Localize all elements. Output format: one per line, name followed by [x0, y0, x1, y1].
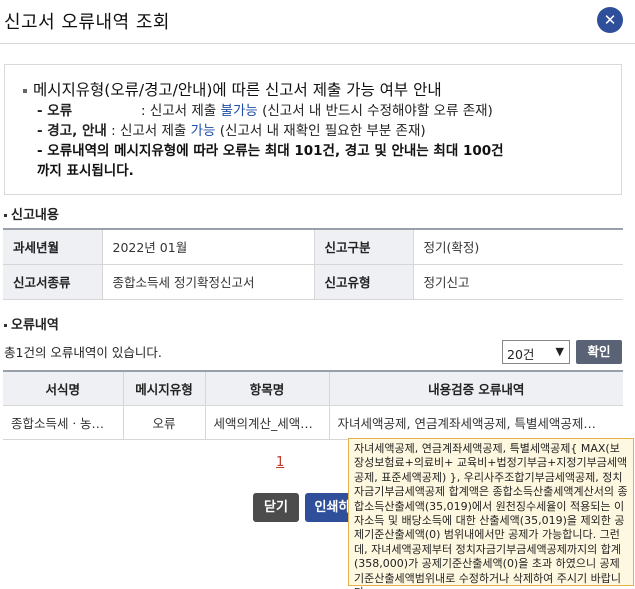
- value-report-kind: 종합소득세 정기확정신고서: [102, 263, 315, 300]
- col-header-message-type: 메시지유형: [123, 370, 206, 406]
- chevron-down-icon: ▼: [555, 345, 564, 358]
- value-report-category: 정기(확정): [413, 228, 623, 265]
- error-table: 서식명 메시지유형 항목명 내용검증 오류내역 종합소득세ㆍ농… 오류 세액의계…: [3, 370, 623, 440]
- close-button[interactable]: 닫기: [253, 493, 299, 522]
- dialog-header: 신고서 오류내역 조회 ✕: [0, 0, 635, 44]
- label-report-kind: 신고서종류: [3, 263, 103, 300]
- notice-warn-line: - 경고, 안내 : 신고서 제출 가능 (신고서 내 재확인 필요한 부분 존…: [37, 123, 426, 139]
- value-report-type: 정기신고: [413, 263, 623, 300]
- confirm-button[interactable]: 확인: [576, 340, 622, 364]
- col-header-form: 서식명: [3, 370, 124, 406]
- notice-limit-line-2: 까지 표시됩니다.: [37, 163, 134, 179]
- close-icon[interactable]: ✕: [597, 7, 623, 33]
- notice-warn-label: - 경고, 안내: [37, 123, 107, 139]
- notice-error-line: - 오류: 신고서 제출 불가능 (신고서 내 반드시 수정해야할 오류 존재): [37, 103, 493, 119]
- table-header-row: 서식명 메시지유형 항목명 내용검증 오류내역: [3, 370, 623, 406]
- table-row: 과세년월 2022년 01월 신고구분 정기(확정): [3, 228, 623, 265]
- table-row[interactable]: 종합소득세ㆍ농… 오류 세액의계산_세액… 자녀세액공제, 연금계좌세액공제, …: [3, 405, 623, 440]
- page-size-select[interactable]: 20건 ▼: [502, 340, 570, 364]
- dialog-title: 신고서 오류내역 조회: [4, 12, 170, 33]
- cell-form: 종합소득세ㆍ농…: [3, 405, 124, 440]
- report-info-table: 과세년월 2022년 01월 신고구분 정기(확정) 신고서종류 종합소득세 정…: [3, 228, 623, 300]
- label-tax-period: 과세년월: [3, 228, 103, 265]
- report-section-title: 신고내용: [4, 204, 59, 223]
- label-report-type: 신고유형: [314, 263, 414, 300]
- pagination-page-1[interactable]: 1: [276, 455, 284, 470]
- cell-detail[interactable]: 자녀세액공제, 연금계좌세액공제, 특별세액공제…: [329, 405, 623, 440]
- label-report-category: 신고구분: [314, 228, 414, 265]
- error-section-title: 오류내역: [4, 314, 59, 333]
- cell-message-type: 오류: [123, 405, 206, 440]
- error-count-text: 총1건의 오류내역이 있습니다.: [4, 345, 162, 360]
- notice-box: 메시지유형(오류/경고/안내)에 따른 신고서 제출 가능 여부 안내 - 오류…: [4, 64, 622, 195]
- bullet-icon: [23, 88, 27, 93]
- col-header-detail: 내용검증 오류내역: [329, 370, 623, 406]
- col-header-item: 항목명: [205, 370, 330, 406]
- notice-title: 메시지유형(오류/경고/안내)에 따른 신고서 제출 가능 여부 안내: [23, 79, 621, 101]
- value-tax-period: 2022년 01월: [102, 228, 315, 265]
- page-size-value: 20건: [507, 347, 535, 362]
- notice-error-label: - 오류: [37, 103, 73, 119]
- error-detail-tooltip: 자녀세액공제, 연금계좌세액공제, 특별세액공제{ MAX(보장성보험료+의료비…: [348, 438, 634, 589]
- table-row: 신고서종류 종합소득세 정기확정신고서 신고유형 정기신고: [3, 263, 623, 300]
- notice-limit-line: - 오류내역의 메시지유형에 따라 오류는 최대 101건, 경고 및 안내는 …: [37, 143, 504, 159]
- cell-item: 세액의계산_세액…: [205, 405, 330, 440]
